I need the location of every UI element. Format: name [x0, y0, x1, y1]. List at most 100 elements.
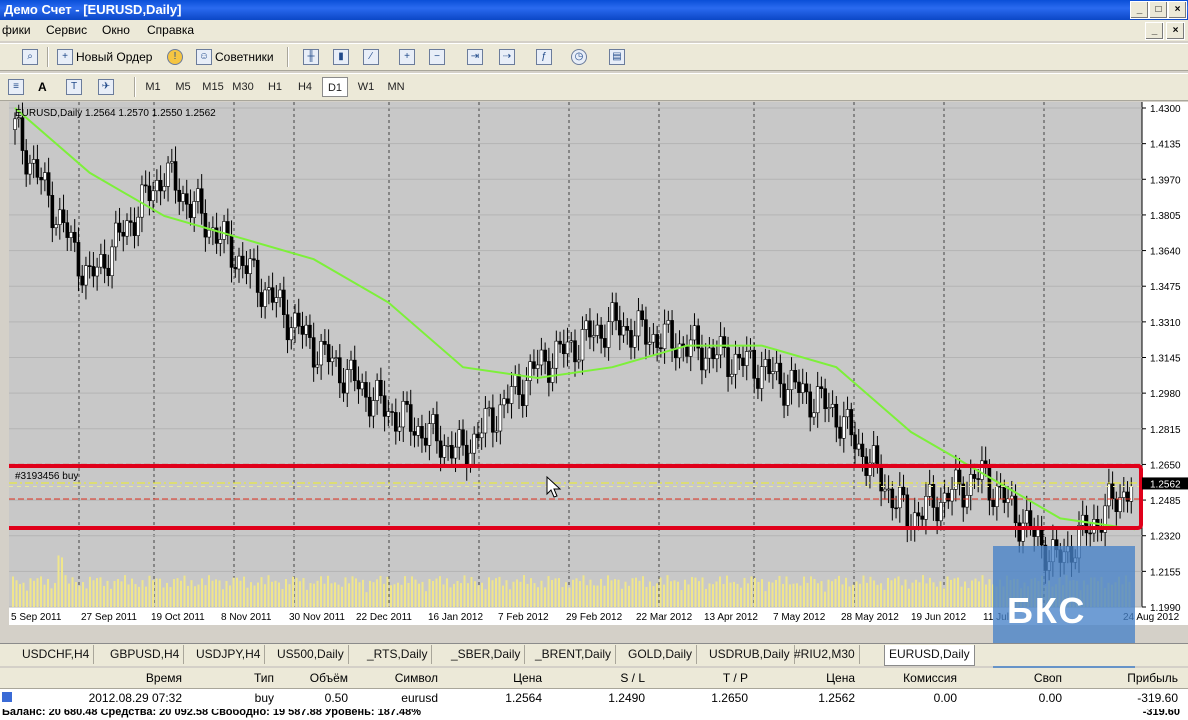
timeframe-m5[interactable]: M5 — [170, 77, 196, 97]
candle — [472, 433, 477, 454]
chart-tab[interactable]: USDJPY,H4 — [192, 645, 266, 664]
line-chart-button[interactable]: ∕ — [363, 46, 382, 67]
text-button[interactable]: A — [38, 76, 47, 97]
column-header[interactable]: Цена — [826, 671, 855, 685]
column-header[interactable]: Своп — [1034, 671, 1062, 685]
column-header[interactable]: Прибыль — [1127, 671, 1178, 685]
column-header[interactable]: T / P — [723, 671, 748, 685]
chart-tab[interactable]: USDCHF,H4 — [18, 645, 95, 664]
new-order-button[interactable]: + Новый Ордер — [57, 46, 152, 67]
indicators-icon: ƒ — [536, 48, 552, 65]
volume-bar — [306, 589, 308, 607]
volume-bar — [754, 578, 756, 607]
chart-tab[interactable]: _RTS,Daily — [363, 645, 433, 664]
volume-bar — [145, 586, 147, 607]
candle — [588, 320, 592, 338]
chart-tab[interactable]: US500,Daily — [273, 645, 349, 664]
chart-tab[interactable]: #RIU2,M30 — [790, 645, 860, 664]
volume-bar — [778, 575, 781, 607]
text-label-button[interactable]: T — [66, 76, 85, 97]
candle — [860, 443, 865, 457]
volume-bar — [719, 576, 721, 607]
menu-charts[interactable]: фики — [2, 23, 31, 37]
timeframe-h1[interactable]: H1 — [262, 77, 288, 97]
candle — [143, 184, 148, 187]
chart-tab[interactable]: GBPUSD,H4 — [106, 645, 185, 664]
experts-toggle-button[interactable]: ! — [167, 46, 186, 67]
column-header[interactable]: S / L — [620, 671, 645, 685]
volume-bar — [250, 582, 252, 607]
indicators-button[interactable]: ƒ — [536, 46, 555, 67]
child-close-button[interactable]: × — [1166, 22, 1185, 40]
candle — [177, 189, 182, 202]
volume-bar — [358, 582, 361, 607]
main-toolbar: ⌕ + Новый Ордер ! ☺ Советники ╫ ▮ ∕ + − ⇥ … — [0, 43, 1188, 71]
volume-bar — [124, 575, 126, 607]
volume-bar — [180, 580, 182, 607]
volume-bar — [495, 578, 497, 607]
column-header[interactable]: Комиссия — [903, 671, 957, 685]
zoom-out-button[interactable]: − — [429, 46, 448, 67]
timeframe-w1[interactable]: W1 — [353, 77, 379, 97]
volume-bar — [404, 576, 406, 607]
templates-button[interactable]: ▤ — [609, 46, 628, 67]
candle — [935, 507, 939, 522]
column-header[interactable]: Тип — [254, 671, 274, 685]
chart-tab[interactable]: USDRUB,Daily — [705, 645, 795, 664]
volume-bar — [733, 581, 735, 607]
column-header[interactable]: Объём — [310, 671, 348, 685]
zoom-in-button[interactable]: + — [399, 46, 418, 67]
menu-help[interactable]: Справка — [147, 23, 194, 37]
volume-bar — [775, 579, 777, 607]
candle — [181, 193, 185, 202]
timeframe-mn[interactable]: MN — [383, 77, 409, 97]
arrows-button[interactable]: ✈ — [98, 76, 117, 97]
timeframe-d1[interactable]: D1 — [322, 77, 348, 97]
chart-tab[interactable]: _SBER,Daily — [447, 645, 526, 664]
close-button[interactable]: × — [1168, 1, 1187, 19]
volume-bar — [236, 577, 238, 607]
periods-button[interactable]: ◷ — [571, 46, 590, 67]
minimize-button[interactable]: _ — [1130, 1, 1149, 19]
candle — [91, 266, 96, 277]
timeframe-h4[interactable]: H4 — [292, 77, 318, 97]
volume-bar — [453, 583, 455, 607]
horizontal-line-button[interactable]: ≡ — [8, 76, 27, 97]
advisors-button[interactable]: ☺ Советники — [196, 46, 274, 67]
candle — [468, 452, 473, 467]
candle — [300, 325, 305, 335]
menu-service[interactable]: Сервис — [46, 23, 87, 37]
column-header[interactable]: Символ — [395, 671, 438, 685]
candle — [883, 488, 887, 492]
timeframe-m30[interactable]: M30 — [230, 77, 256, 97]
candle-chart-button[interactable]: ▮ — [333, 46, 352, 67]
toolbar-separator — [287, 47, 289, 67]
chart-tab[interactable]: GOLD,Daily — [624, 645, 698, 664]
column-header[interactable]: Время — [146, 671, 182, 685]
table-row[interactable]: 2012.08.29 07:32 buy 0.50 eurusd 1.2564 1.249… — [0, 689, 1188, 707]
chart-shift-button[interactable]: ⇥ — [467, 46, 486, 67]
chart-tab[interactable]: EURUSD,Daily — [884, 645, 975, 666]
volume-bar — [614, 579, 616, 607]
timeframe-m1[interactable]: M1 — [140, 77, 166, 97]
candle — [931, 483, 936, 508]
volume-bar — [491, 580, 494, 607]
volume-bar — [484, 589, 487, 607]
child-minimize-button[interactable]: _ — [1145, 22, 1164, 40]
candle — [554, 340, 559, 369]
volume-bar — [656, 583, 658, 607]
candle — [95, 266, 99, 277]
autoscroll-button[interactable]: ⇢ — [499, 46, 518, 67]
menu-window[interactable]: Окно — [102, 23, 130, 37]
candle — [995, 485, 999, 507]
candle — [894, 507, 898, 510]
print-preview-button[interactable]: ⌕ — [22, 46, 41, 67]
volume-bar — [649, 581, 651, 607]
bar-chart-button[interactable]: ╫ — [303, 46, 322, 67]
maximize-button[interactable]: □ — [1149, 1, 1168, 19]
candle — [692, 325, 697, 341]
timeframe-m15[interactable]: M15 — [200, 77, 226, 97]
date-label: 8 Nov 2011 — [221, 612, 272, 623]
chart-tab[interactable]: _BRENT,Daily — [531, 645, 617, 664]
column-header[interactable]: Цена — [513, 671, 542, 685]
